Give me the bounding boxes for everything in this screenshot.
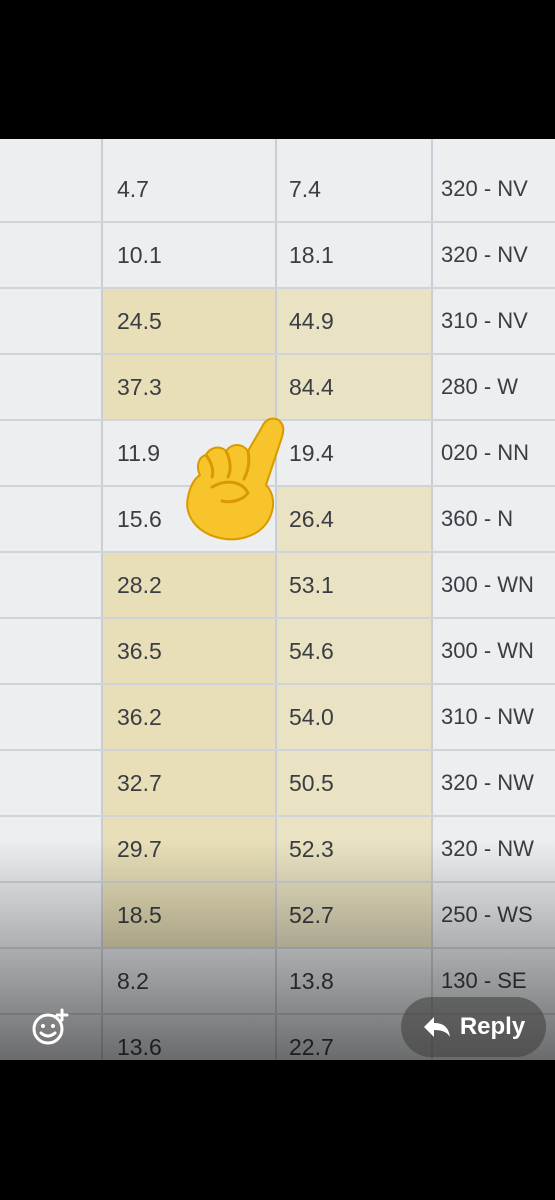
- table-row: 24.5 44.9 310 - NV: [0, 289, 555, 355]
- table-cell: 44.9: [277, 289, 431, 353]
- row-header-cell: [0, 619, 101, 683]
- table-cell: 36.5: [103, 619, 275, 683]
- row-header-cell: [0, 355, 101, 419]
- reply-label: Reply: [459, 1013, 526, 1040]
- table-row: 32.7 50.5 320 - NW: [0, 751, 555, 817]
- add-reaction-icon: [32, 1008, 69, 1045]
- table-cell: 360 - N: [441, 506, 514, 531]
- table-row: 28.2 53.1 300 - WN: [0, 553, 555, 619]
- table-row: 36.5 54.6 300 - WN: [0, 619, 555, 685]
- row-header-cell: [0, 421, 101, 485]
- table-row: 10.1 18.1 320 - NV: [0, 223, 555, 289]
- add-reaction-button[interactable]: [20, 1000, 80, 1054]
- table-cell: 84.4: [277, 355, 431, 419]
- reply-button[interactable]: Reply: [401, 997, 546, 1057]
- table-cell: 32.7: [103, 751, 275, 815]
- table-cell: 13.8: [289, 968, 334, 994]
- table-cell: 53.1: [277, 553, 431, 617]
- row-header-cell: [0, 553, 101, 617]
- table-cell: 300 - WN: [441, 572, 534, 597]
- table-cell: 7.4: [289, 176, 321, 202]
- table-row: 18.5 52.7 250 - WS: [0, 883, 555, 949]
- table-cell: 320 - NW: [441, 836, 534, 861]
- table-cell: 29.7: [103, 817, 275, 881]
- pointing-up-hand-icon: [186, 417, 285, 541]
- table-cell: 24.5: [103, 289, 275, 353]
- table-cell: 280 - W: [441, 374, 519, 399]
- table-cell: 250 - WS: [441, 902, 533, 927]
- row-header-cell: [0, 157, 101, 221]
- row-header-cell: [0, 487, 101, 551]
- row-header-cell: [0, 883, 101, 947]
- table-cell: 310 - NV: [441, 308, 528, 333]
- table-cell: 52.3: [277, 817, 431, 881]
- table-cell: 28.2: [103, 553, 275, 617]
- spreadsheet-photo: 4.7 7.4 320 - NV 10.1 18.1 320 - NV 24.5 44.9 31…: [0, 139, 555, 1060]
- table-cell: 8.2: [117, 968, 149, 994]
- table-cell: 310 - NW: [441, 704, 534, 729]
- row-header-cell: [0, 817, 101, 881]
- table-cell: 020 - NN: [441, 440, 530, 465]
- table-cell: 18.1: [289, 242, 334, 268]
- table-cell: 54.6: [277, 619, 431, 683]
- table-cell: 4.7: [117, 176, 149, 202]
- table-row: 29.7 52.3 320 - NW: [0, 817, 555, 883]
- table-cell: 13.6: [117, 1034, 162, 1060]
- table-cell: 37.3: [103, 355, 275, 419]
- row-header-cell: [0, 685, 101, 749]
- table-cell: 18.5: [103, 883, 275, 947]
- photo-viewer: 4.7 7.4 320 - NV 10.1 18.1 320 - NV 24.5 44.9 31…: [0, 139, 555, 1060]
- table-cell: 320 - NV: [441, 242, 528, 267]
- table-row: 36.2 54.0 310 - NW: [0, 685, 555, 751]
- table-cell: 54.0: [277, 685, 431, 749]
- table-cell: 320 - NW: [441, 770, 534, 795]
- row-header-cell: [0, 289, 101, 353]
- reply-arrow-icon: [423, 1017, 450, 1037]
- table-row: 4.7 7.4 320 - NV: [0, 157, 555, 223]
- table-cell: 50.5: [277, 751, 431, 815]
- table-cell: 10.1: [117, 242, 162, 268]
- table-cell: 300 - WN: [441, 638, 534, 663]
- table-cell: 19.4: [289, 440, 334, 466]
- table-cell: 36.2: [103, 685, 275, 749]
- row-header-cell: [0, 223, 101, 287]
- table-cell: 52.7: [277, 883, 431, 947]
- table-row: 37.3 84.4 280 - W: [0, 355, 555, 421]
- row-header-cell: [0, 751, 101, 815]
- table-cell: 320 - NV: [441, 176, 528, 201]
- table-cell: 26.4: [277, 487, 431, 551]
